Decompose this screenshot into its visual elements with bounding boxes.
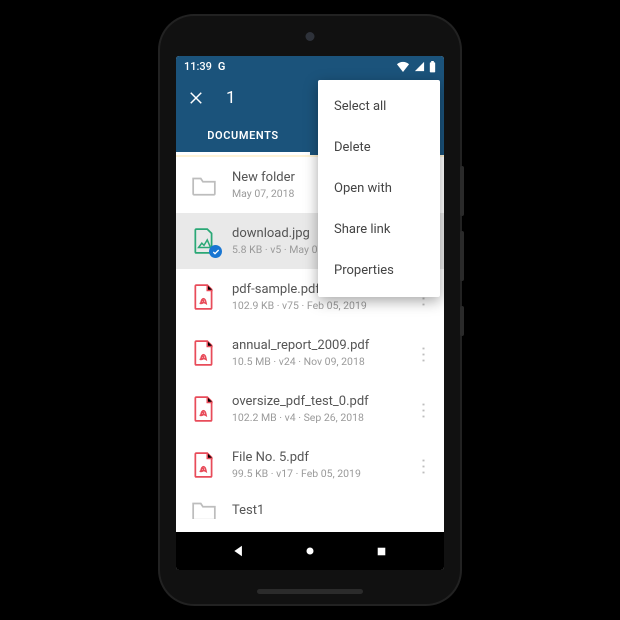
front-camera <box>306 32 315 41</box>
item-subtitle: 99.5 KB · v17 · Feb 05, 2019 <box>232 467 400 480</box>
list-item[interactable]: File No. 5.pdf 99.5 KB · v17 · Feb 05, 2… <box>176 437 444 493</box>
close-selection-button[interactable] <box>184 86 208 110</box>
device-screen: 11:39 G 1 <box>176 56 444 570</box>
nav-back-button[interactable] <box>231 543 247 559</box>
image-file-icon <box>190 227 218 255</box>
list-item[interactable]: annual_report_2009.pdf 10.5 MB · v24 · N… <box>176 325 444 381</box>
phone-volume-up <box>460 166 464 216</box>
pdf-file-icon <box>190 395 218 423</box>
nav-recents-button[interactable] <box>373 543 389 559</box>
menu-select-all[interactable]: Select all <box>318 86 440 127</box>
phone-frame: 11:39 G 1 <box>160 16 460 604</box>
wifi-icon <box>396 61 410 72</box>
item-subtitle: 102.9 KB · v75 · Feb 05, 2019 <box>232 299 400 312</box>
phone-power <box>460 306 464 336</box>
pdf-file-icon <box>190 339 218 367</box>
nav-home-button[interactable] <box>302 543 318 559</box>
item-more-button[interactable]: ⋯ <box>413 456 434 474</box>
pdf-file-icon <box>190 451 218 479</box>
tab-documents[interactable]: DOCUMENTS <box>176 119 310 155</box>
menu-share-link[interactable]: Share link <box>318 209 440 250</box>
menu-delete[interactable]: Delete <box>318 127 440 168</box>
selected-check-icon <box>209 245 222 258</box>
item-name: Test1 <box>232 503 432 518</box>
folder-icon <box>190 501 218 519</box>
overflow-menu: Select all Delete Open with Share link P… <box>318 80 440 297</box>
menu-properties[interactable]: Properties <box>318 250 440 291</box>
item-name: annual_report_2009.pdf <box>232 338 400 353</box>
status-g-icon: G <box>218 60 226 73</box>
status-bar: 11:39 G <box>176 56 444 77</box>
android-nav-bar <box>176 532 444 570</box>
menu-open-with[interactable]: Open with <box>318 168 440 209</box>
folder-icon <box>190 171 218 199</box>
list-item[interactable]: oversize_pdf_test_0.pdf 102.2 MB · v4 · … <box>176 381 444 437</box>
item-subtitle: 10.5 MB · v24 · Nov 09, 2018 <box>232 355 400 368</box>
item-subtitle: 102.2 MB · v4 · Sep 26, 2018 <box>232 411 400 424</box>
status-time: 11:39 <box>184 60 212 73</box>
item-more-button[interactable]: ⋯ <box>413 344 434 362</box>
phone-volume-down <box>460 231 464 281</box>
item-name: oversize_pdf_test_0.pdf <box>232 394 400 409</box>
list-item[interactable]: Test1 <box>176 493 444 521</box>
item-name: File No. 5.pdf <box>232 450 400 465</box>
battery-icon <box>429 61 436 73</box>
signal-icon <box>414 61 425 72</box>
bottom-speaker <box>257 589 363 594</box>
pdf-file-icon <box>190 283 218 311</box>
item-more-button[interactable]: ⋯ <box>413 400 434 418</box>
